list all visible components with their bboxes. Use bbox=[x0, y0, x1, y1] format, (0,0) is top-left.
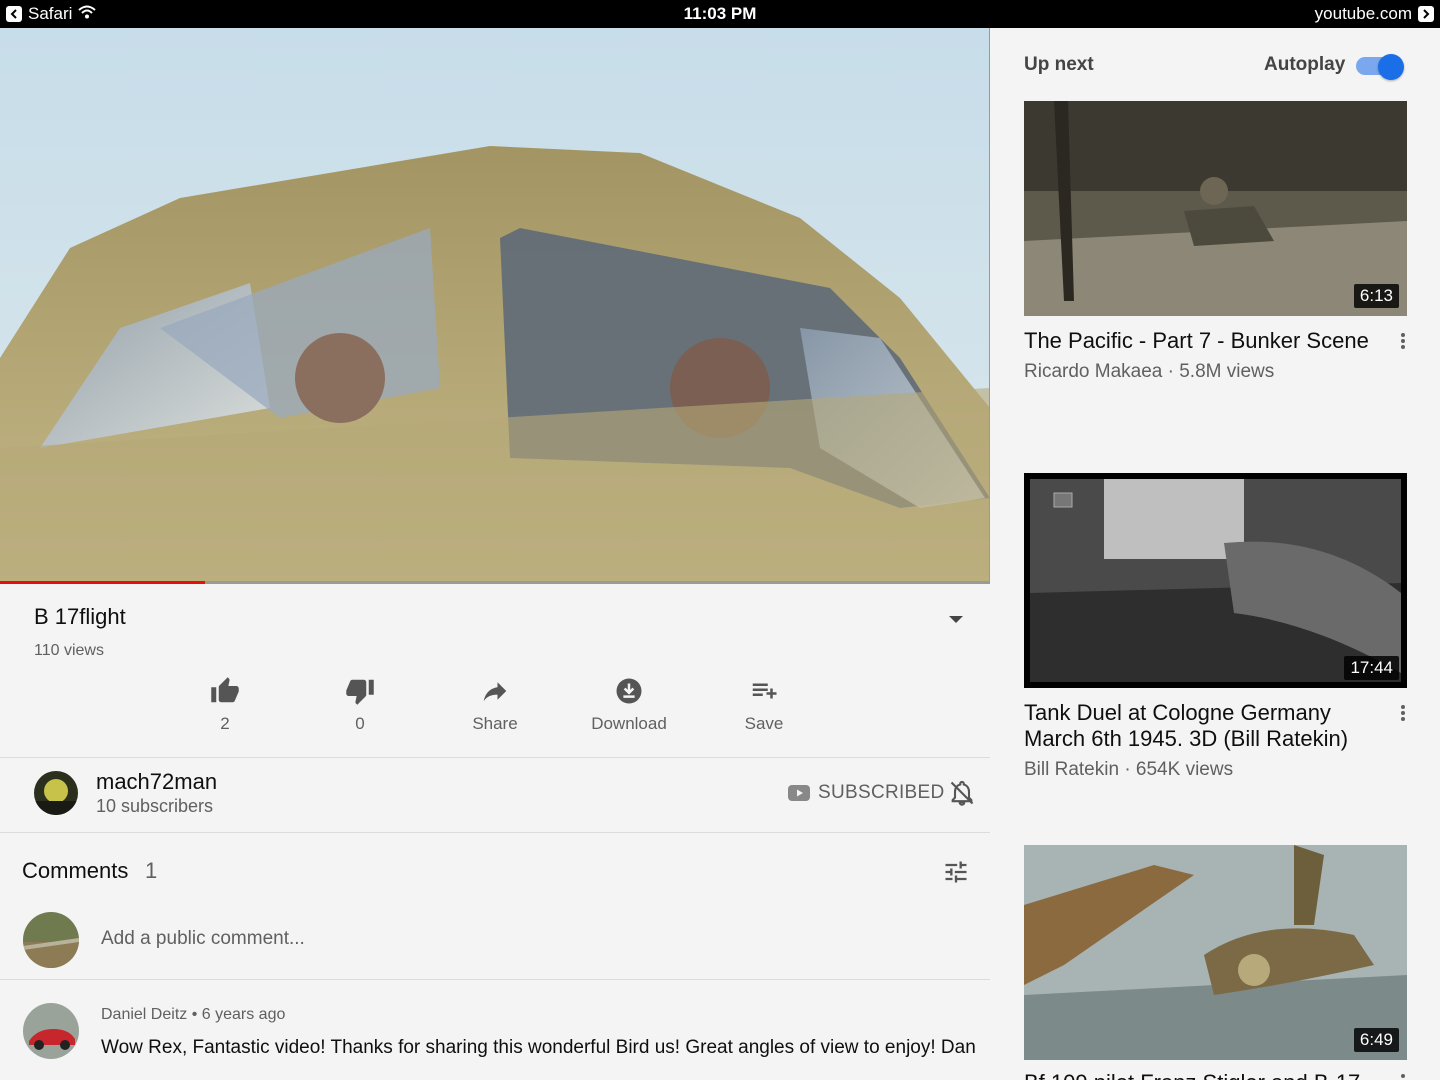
share-label: Share bbox=[472, 714, 518, 733]
up-next-label: Up next bbox=[1024, 54, 1094, 75]
comments-title: Comments bbox=[22, 858, 129, 883]
comment-meta-separator: • bbox=[191, 1006, 202, 1023]
url-forward[interactable]: youtube.com bbox=[1315, 4, 1434, 24]
recommendation-title[interactable]: The Pacific - Part 7 - Bunker Scene bbox=[1024, 328, 1384, 354]
notifications-button[interactable] bbox=[948, 778, 976, 813]
video-duration: 6:13 bbox=[1353, 284, 1399, 308]
download-button[interactable]: Download bbox=[569, 676, 689, 734]
url-label: youtube.com bbox=[1314, 4, 1412, 23]
playlist-add-icon bbox=[752, 683, 777, 699]
channel-name[interactable]: mach72man bbox=[96, 769, 217, 795]
divider bbox=[0, 979, 990, 980]
recommendation-title[interactable]: Bf 109 pilot Franz Stigler and B-17 bbox=[1024, 1070, 1384, 1080]
youtube-icon bbox=[788, 785, 810, 801]
more-vertical-icon bbox=[1401, 705, 1405, 721]
dislike-button[interactable]: 0 bbox=[300, 676, 420, 734]
subscribed-label: SUBSCRIBED bbox=[818, 782, 945, 803]
bell-off-icon bbox=[950, 780, 974, 806]
divider bbox=[0, 757, 990, 758]
more-options-button[interactable] bbox=[1398, 331, 1408, 351]
comment-age: 6 years ago bbox=[201, 1006, 286, 1023]
like-button[interactable]: 2 bbox=[165, 676, 285, 734]
dislike-count: 0 bbox=[355, 714, 365, 733]
user-avatar-image bbox=[23, 912, 79, 968]
toggle-knob bbox=[1378, 54, 1404, 80]
recommendation-thumbnail[interactable]: 6:13 bbox=[1024, 101, 1407, 316]
tune-icon bbox=[945, 861, 967, 883]
thumbnail-image bbox=[1024, 101, 1407, 316]
recommendation-thumbnail[interactable]: 6:49 bbox=[1024, 845, 1407, 1060]
more-options-button[interactable] bbox=[1398, 703, 1408, 723]
save-label: Save bbox=[744, 714, 784, 733]
thumbnail-image bbox=[1024, 845, 1407, 1060]
video-frame bbox=[0, 28, 989, 584]
channel-avatar[interactable] bbox=[34, 771, 78, 815]
expand-description-button[interactable] bbox=[946, 612, 966, 626]
like-count: 2 bbox=[220, 714, 230, 733]
download-label: Download bbox=[591, 714, 667, 733]
thumbs-down-icon bbox=[346, 679, 374, 705]
comment-author-avatar-image bbox=[23, 1003, 79, 1059]
share-button[interactable]: Share bbox=[435, 676, 555, 734]
user-avatar bbox=[23, 912, 79, 968]
video-title: B 17flight bbox=[34, 604, 126, 629]
video-duration: 6:49 bbox=[1353, 1028, 1399, 1052]
recommendation-title[interactable]: Tank Duel at Cologne Germany March 6th 1… bbox=[1024, 700, 1384, 752]
clock: 11:03 PM bbox=[683, 4, 757, 23]
video-player[interactable] bbox=[0, 28, 990, 584]
forward-icon bbox=[1418, 6, 1434, 22]
status-bar: Safari 11:03 PM youtube.com bbox=[0, 0, 1440, 28]
comment-input[interactable]: Add a public comment... bbox=[101, 928, 305, 950]
comments-count: 1 bbox=[145, 858, 158, 883]
divider bbox=[0, 832, 990, 833]
comment-author[interactable]: Daniel Deitz bbox=[101, 1006, 187, 1023]
video-duration: 17:44 bbox=[1344, 656, 1399, 680]
share-icon bbox=[483, 682, 507, 701]
thumbs-up-icon bbox=[211, 677, 239, 703]
progress-bar[interactable] bbox=[0, 581, 989, 584]
comment-meta: Daniel Deitz • 6 years ago bbox=[101, 1006, 285, 1024]
subscribed-button[interactable]: SUBSCRIBED bbox=[788, 782, 945, 804]
autoplay-label: Autoplay bbox=[1264, 54, 1346, 75]
progress-fill bbox=[0, 581, 205, 584]
chevron-down-icon bbox=[949, 616, 963, 623]
channel-avatar-image bbox=[34, 771, 78, 815]
more-vertical-icon bbox=[1401, 1074, 1405, 1078]
comment-text: Wow Rex, Fantastic video! Thanks for sha… bbox=[101, 1037, 976, 1058]
comment-author-avatar[interactable] bbox=[23, 1003, 79, 1059]
sort-comments-button[interactable] bbox=[942, 858, 970, 891]
autoplay-toggle[interactable] bbox=[1356, 54, 1406, 80]
more-vertical-icon bbox=[1401, 333, 1405, 349]
action-bar: 2 0 Share Download Save bbox=[0, 676, 990, 746]
download-icon bbox=[616, 678, 642, 704]
recommendation-thumbnail[interactable]: 17:44 bbox=[1024, 473, 1407, 688]
more-options-button[interactable] bbox=[1398, 1072, 1408, 1080]
recommendation-meta: Ricardo Makaea · 5.8M views bbox=[1024, 361, 1275, 382]
save-button[interactable]: Save bbox=[704, 676, 824, 734]
video-views: 110 views bbox=[34, 642, 104, 659]
recommendation-meta: Bill Ratekin · 654K views bbox=[1024, 759, 1234, 780]
channel-subscribers: 10 subscribers bbox=[96, 796, 214, 816]
